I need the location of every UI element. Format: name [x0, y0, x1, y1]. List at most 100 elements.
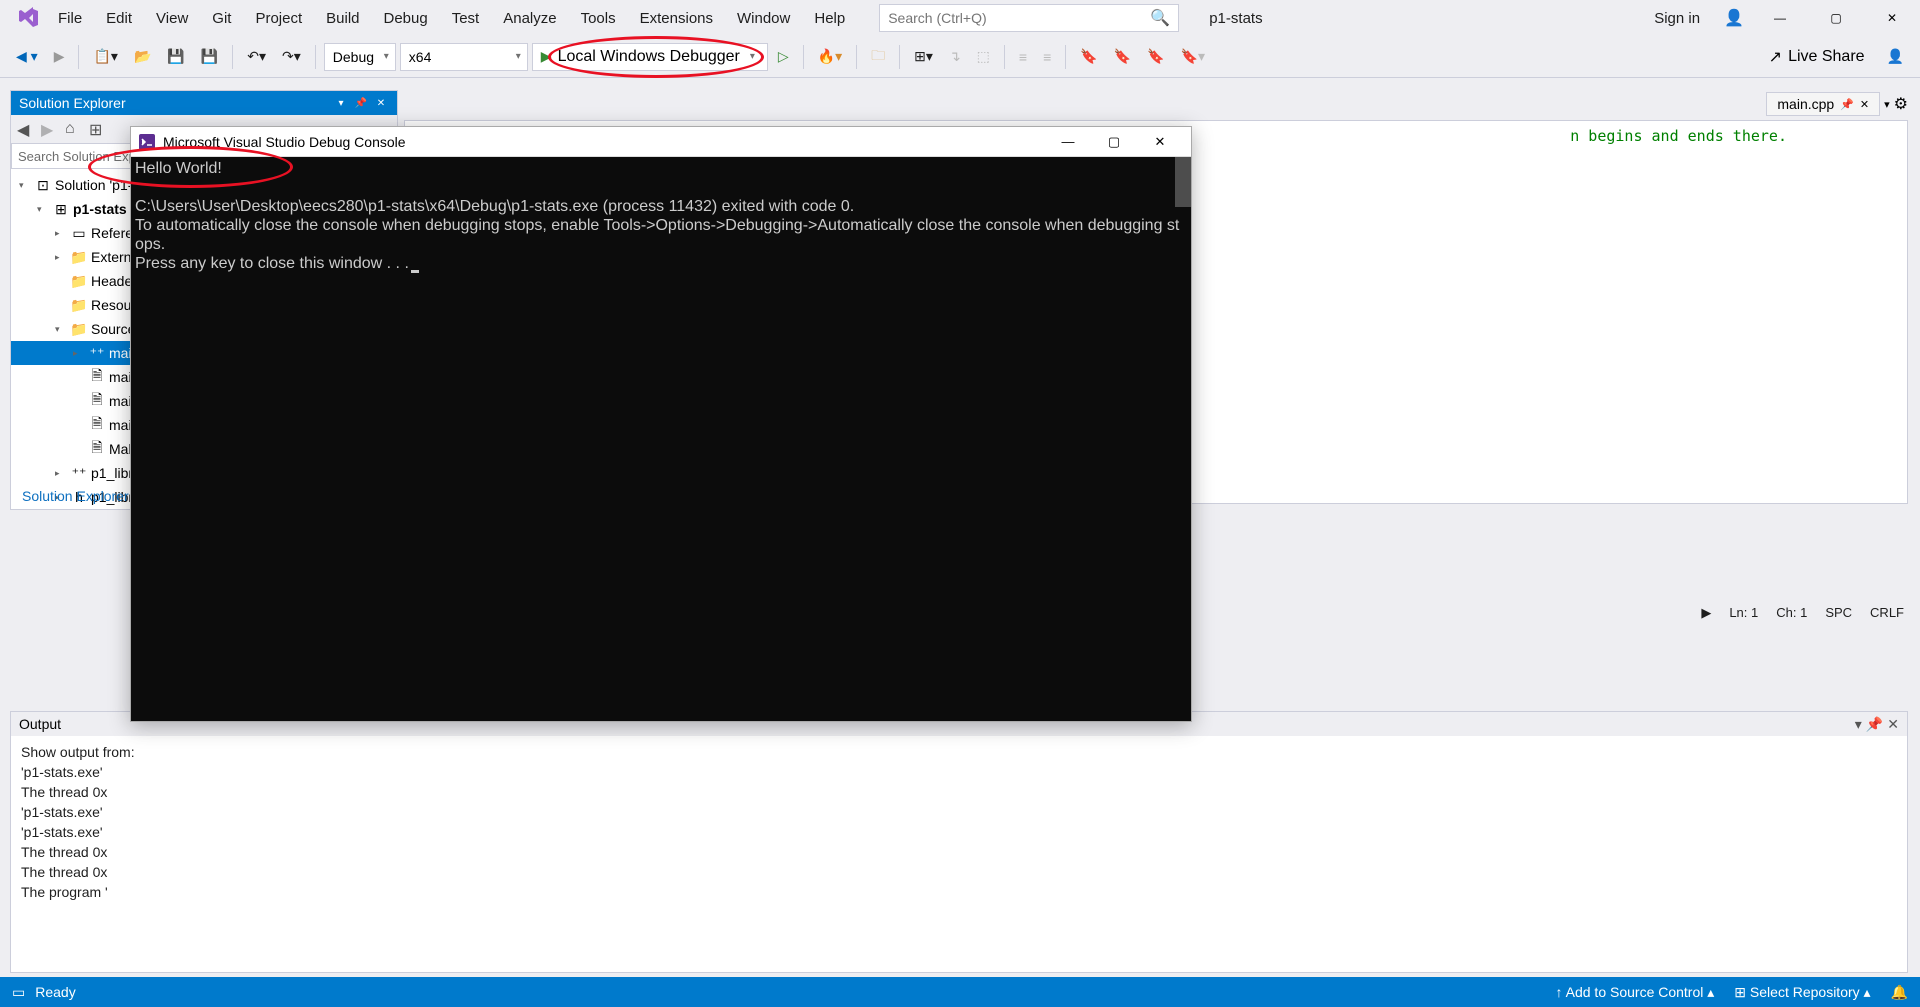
- output-show-from: Show output from:: [21, 742, 1897, 762]
- minimize-button[interactable]: —: [1760, 3, 1800, 33]
- separator: [803, 45, 804, 69]
- output-title-label: Output: [19, 716, 61, 732]
- editor-tab-bar: main.cpp 📌 ✕ ▾ ⚙: [1766, 90, 1908, 118]
- close-button[interactable]: ✕: [1872, 3, 1912, 33]
- select-repo-button[interactable]: ⊞ Select Repository ▴: [1734, 984, 1870, 1001]
- panel-close-button[interactable]: ✕: [1887, 716, 1899, 733]
- bookmark-button[interactable]: 🔖: [1074, 44, 1103, 69]
- step-button[interactable]: ↴: [943, 44, 967, 69]
- expand-arrow[interactable]: ▸: [73, 348, 85, 359]
- menu-help[interactable]: Help: [804, 4, 855, 33]
- bookmark-prev-button[interactable]: 🔖: [1108, 44, 1137, 69]
- menu-test[interactable]: Test: [442, 4, 490, 33]
- redo-button[interactable]: ↷▾: [276, 44, 307, 69]
- menu-edit[interactable]: Edit: [96, 4, 142, 33]
- expand-arrow[interactable]: ▾: [37, 204, 49, 215]
- panel-dropdown-button[interactable]: ▾: [333, 95, 349, 111]
- output-line: The thread 0x: [21, 862, 1897, 882]
- menu-build[interactable]: Build: [316, 4, 369, 33]
- console-close-button[interactable]: ✕: [1137, 127, 1183, 157]
- output-body[interactable]: Show output from: 'p1-stats.exe'The thre…: [11, 736, 1907, 908]
- nav-arrow-icon[interactable]: ▶: [1701, 605, 1711, 621]
- new-item-button[interactable]: 📋▾: [87, 44, 123, 69]
- feedback-button[interactable]: 👤: [1881, 44, 1910, 69]
- gear-icon[interactable]: ⚙: [1894, 94, 1908, 114]
- open-button[interactable]: 📂: [128, 44, 157, 69]
- sign-in-link[interactable]: Sign in: [1646, 6, 1708, 31]
- outdent-button[interactable]: ≡: [1037, 45, 1057, 69]
- expand-arrow[interactable]: ▾: [55, 324, 67, 335]
- char-indicator[interactable]: Ch: 1: [1776, 605, 1807, 621]
- quick-search-input[interactable]: [888, 10, 1150, 26]
- menu-window[interactable]: Window: [727, 4, 800, 33]
- separator: [232, 45, 233, 69]
- user-icon[interactable]: 👤: [1724, 8, 1744, 28]
- start-debug-button[interactable]: ▶ Local Windows Debugger ▾: [532, 43, 768, 71]
- maximize-button[interactable]: ▢: [1816, 3, 1856, 33]
- menu-view[interactable]: View: [146, 4, 198, 33]
- console-output[interactable]: Hello World! C:\Users\User\Desktop\eecs2…: [131, 157, 1191, 721]
- hot-reload-button[interactable]: 🔥▾: [812, 44, 848, 69]
- console-maximize-button[interactable]: ▢: [1091, 127, 1137, 157]
- pin-icon[interactable]: 📌: [1840, 98, 1854, 111]
- save-all-button[interactable]: 💾: [195, 44, 224, 69]
- editor-tab-main[interactable]: main.cpp 📌 ✕: [1766, 92, 1880, 116]
- expand-arrow[interactable]: ▸: [55, 228, 67, 239]
- menu-tools[interactable]: Tools: [571, 4, 626, 33]
- console-minimize-button[interactable]: —: [1045, 127, 1091, 157]
- expand-arrow[interactable]: ▸: [55, 252, 67, 263]
- tab-close-icon[interactable]: ✕: [1860, 98, 1869, 111]
- nav-back-button[interactable]: ◀ ▾: [10, 44, 44, 69]
- bookmark-next-button[interactable]: 🔖: [1141, 44, 1170, 69]
- back-icon[interactable]: ◀: [17, 120, 35, 138]
- home-icon[interactable]: ⌂: [65, 120, 83, 138]
- panel-pin-button[interactable]: 📌: [353, 95, 369, 111]
- source-control-button[interactable]: ↑ Add to Source Control ▴: [1556, 984, 1715, 1001]
- bookmark-clear-button[interactable]: 🔖▾: [1175, 44, 1211, 69]
- undo-button[interactable]: ↶▾: [241, 44, 272, 69]
- menu-extensions[interactable]: Extensions: [630, 4, 723, 33]
- notifications-icon[interactable]: 🔔: [1891, 984, 1908, 1001]
- lineending-indicator[interactable]: CRLF: [1870, 605, 1904, 621]
- solution-explorer-title[interactable]: Solution Explorer ▾ 📌 ✕: [11, 91, 397, 115]
- statusbar: ▭ Ready ↑ Add to Source Control ▴ ⊞ Sele…: [0, 977, 1920, 1007]
- expand-arrow[interactable]: ▸: [55, 468, 67, 479]
- indent-button[interactable]: ≡: [1013, 45, 1033, 69]
- output-icon[interactable]: ▭: [12, 984, 25, 1001]
- line-indicator[interactable]: Ln: 1: [1729, 605, 1758, 621]
- file-icon: 🗎: [89, 389, 105, 413]
- separator: [315, 45, 316, 69]
- tab-overflow-button[interactable]: ▾: [1884, 98, 1890, 111]
- console-scrollbar[interactable]: [1175, 157, 1191, 207]
- config-dropdown[interactable]: Debug: [324, 43, 396, 71]
- nav-fwd-button[interactable]: ▶: [48, 44, 71, 69]
- panel-close-button[interactable]: ✕: [373, 95, 389, 111]
- space-indicator[interactable]: SPC: [1825, 605, 1852, 621]
- menu-debug[interactable]: Debug: [374, 4, 438, 33]
- browse-button[interactable]: 🗀: [865, 41, 891, 73]
- editor-statusbar: ▶ Ln: 1 Ch: 1 SPC CRLF: [1701, 605, 1904, 621]
- expand-arrow[interactable]: ▾: [19, 180, 31, 191]
- panel-dropdown-button[interactable]: ▾: [1855, 716, 1862, 733]
- tab-label: main.cpp: [1777, 96, 1834, 112]
- file-icon: 🗎: [89, 437, 105, 461]
- chevron-down-icon: ▾: [750, 51, 755, 62]
- panel-pin-button[interactable]: 📌: [1866, 716, 1883, 733]
- menu-project[interactable]: Project: [245, 4, 312, 33]
- toggle-button[interactable]: ⊞▾: [908, 44, 939, 69]
- console-titlebar[interactable]: Microsoft Visual Studio Debug Console — …: [131, 127, 1191, 157]
- vs-logo-icon: [16, 6, 40, 30]
- start-no-debug-button[interactable]: ▷: [772, 44, 795, 69]
- switch-view-icon[interactable]: ⊞: [89, 120, 107, 138]
- save-button[interactable]: 💾: [161, 44, 190, 69]
- separator: [899, 45, 900, 69]
- menu-file[interactable]: File: [48, 4, 92, 33]
- live-share-button[interactable]: ↗ Live Share: [1757, 47, 1877, 67]
- menu-analyze[interactable]: Analyze: [493, 4, 566, 33]
- solution-explorer-tab[interactable]: Solution Explorer: [11, 483, 140, 509]
- platform-dropdown[interactable]: x64: [400, 43, 528, 71]
- step-button[interactable]: ⬚: [971, 44, 996, 69]
- quick-search[interactable]: 🔍: [879, 4, 1179, 32]
- fwd-icon[interactable]: ▶: [41, 120, 59, 138]
- menu-git[interactable]: Git: [202, 4, 241, 33]
